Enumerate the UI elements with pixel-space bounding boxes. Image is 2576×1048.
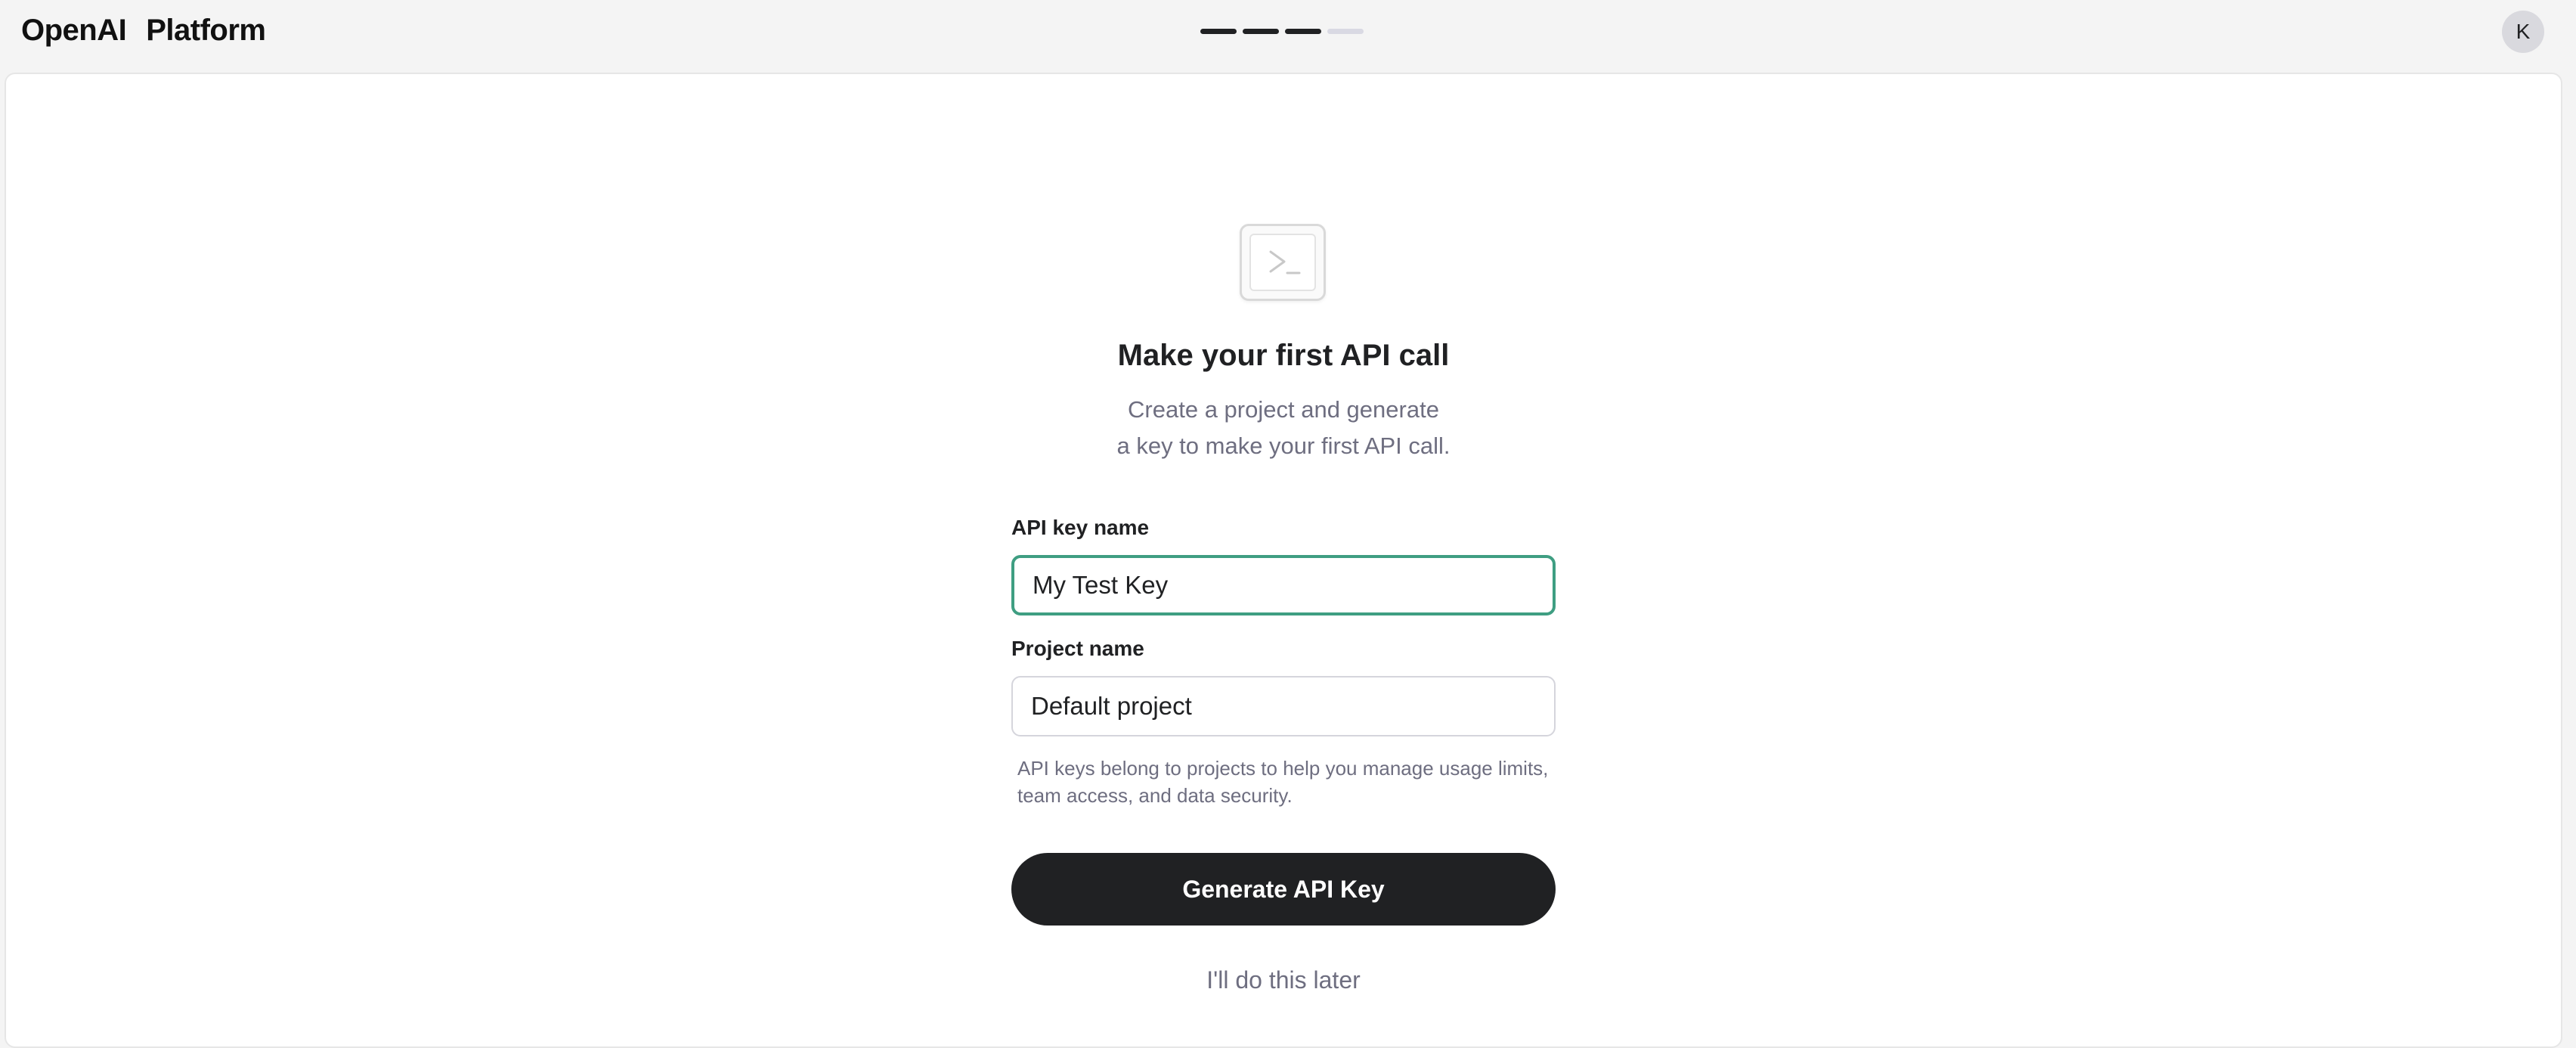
help-line-2: team access, and data security. bbox=[1017, 784, 1293, 807]
openai-platform-logo[interactable]: OpenAI Platform bbox=[21, 14, 266, 48]
page-subtitle: Create a project and generate a key to m… bbox=[1061, 392, 1506, 464]
progress-step-3 bbox=[1285, 29, 1321, 34]
help-line-1: API keys belong to projects to help you … bbox=[1017, 757, 1549, 780]
project-name-input[interactable] bbox=[1011, 676, 1556, 736]
top-bar: OpenAI Platform K bbox=[0, 0, 2576, 73]
page-title: Make your first API call bbox=[1117, 339, 1450, 372]
skip-for-later-link[interactable]: I'll do this later bbox=[1061, 966, 1506, 994]
product-name: Platform bbox=[146, 14, 266, 47]
api-key-name-label: API key name bbox=[1011, 516, 1150, 539]
api-key-help-text: API keys belong to projects to help you … bbox=[1017, 755, 1562, 809]
progress-step-4 bbox=[1327, 29, 1364, 34]
project-name-label: Project name bbox=[1011, 637, 1144, 660]
progress-step-2 bbox=[1243, 29, 1279, 34]
avatar-initial: K bbox=[2516, 20, 2531, 43]
terminal-icon bbox=[1240, 224, 1326, 301]
onboarding-progress bbox=[1200, 29, 1364, 34]
subtitle-line-1: Create a project and generate bbox=[1128, 396, 1439, 423]
subtitle-line-2: a key to make your first API call. bbox=[1116, 433, 1451, 459]
api-key-name-input[interactable] bbox=[1011, 555, 1556, 615]
progress-step-1 bbox=[1200, 29, 1237, 34]
brand-name: OpenAI bbox=[21, 14, 127, 47]
generate-api-key-button[interactable]: Generate API Key bbox=[1011, 853, 1556, 926]
terminal-prompt-icon bbox=[1269, 250, 1301, 274]
user-avatar[interactable]: K bbox=[2502, 11, 2544, 53]
